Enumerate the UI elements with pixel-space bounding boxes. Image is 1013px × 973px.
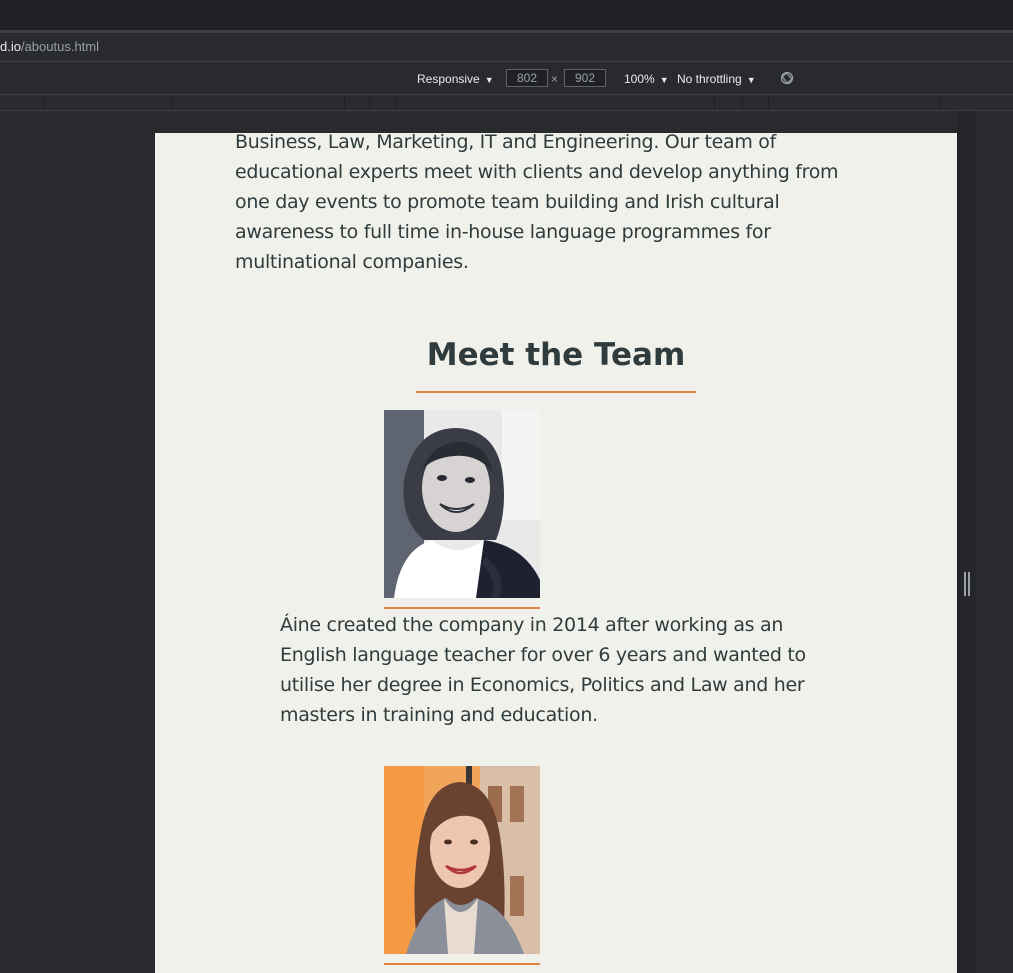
url-path: /aboutus.html [20, 39, 100, 54]
browser-tab-strip [0, 0, 1013, 30]
photo-underline [384, 607, 540, 609]
ruler-divider [344, 95, 345, 110]
portrait-image [384, 766, 540, 954]
ruler-divider [396, 95, 397, 110]
url-text[interactable]: d.io/aboutus.html [0, 39, 99, 54]
ruler-divider [768, 95, 769, 110]
chevron-down-icon: ▼ [484, 75, 494, 85]
zoom-select[interactable]: 100% ▼ [624, 72, 669, 86]
intro-paragraph: Business, Law, Marketing, IT and Enginee… [235, 133, 839, 273]
zoom-select-label: 100% [624, 72, 655, 86]
portrait-image [384, 410, 540, 598]
ruler-divider [172, 95, 173, 110]
rotate-icon[interactable] [780, 71, 794, 85]
throttling-select[interactable]: No throttling ▼ [677, 72, 756, 86]
title-underline [416, 391, 696, 393]
photo-underline [384, 963, 540, 965]
ruler-divider [714, 95, 715, 110]
viewport-width-input[interactable] [506, 69, 548, 87]
chevron-down-icon: ▼ [659, 75, 669, 85]
resize-handle[interactable] [961, 572, 971, 596]
section-title: Meet the Team [426, 337, 686, 373]
team-member-photo [384, 410, 540, 598]
device-toolbar: Responsive ▼ × 100% ▼ No throttling ▼ [0, 62, 1013, 95]
url-host: d.io [0, 39, 21, 54]
viewport-height-input[interactable] [564, 69, 606, 87]
device-select[interactable]: Responsive ▼ [417, 72, 494, 86]
team-member-bio: Áine created the company in 2014 after w… [280, 614, 806, 726]
page-viewport: Business, Law, Marketing, IT and Enginee… [155, 133, 957, 973]
ruler-divider [369, 95, 370, 110]
address-bar[interactable]: d.io/aboutus.html [0, 33, 1013, 62]
ruler-divider [939, 95, 940, 110]
ruler-divider [44, 95, 45, 110]
device-select-label: Responsive [417, 72, 480, 86]
team-member-photo [384, 766, 540, 954]
media-query-ruler[interactable] [0, 95, 1013, 111]
viewport-resize-gutter [957, 111, 976, 973]
throttling-select-label: No throttling [677, 72, 742, 86]
chevron-down-icon: ▼ [746, 75, 756, 85]
ruler-divider [742, 95, 743, 110]
dimension-separator: × [551, 72, 559, 86]
